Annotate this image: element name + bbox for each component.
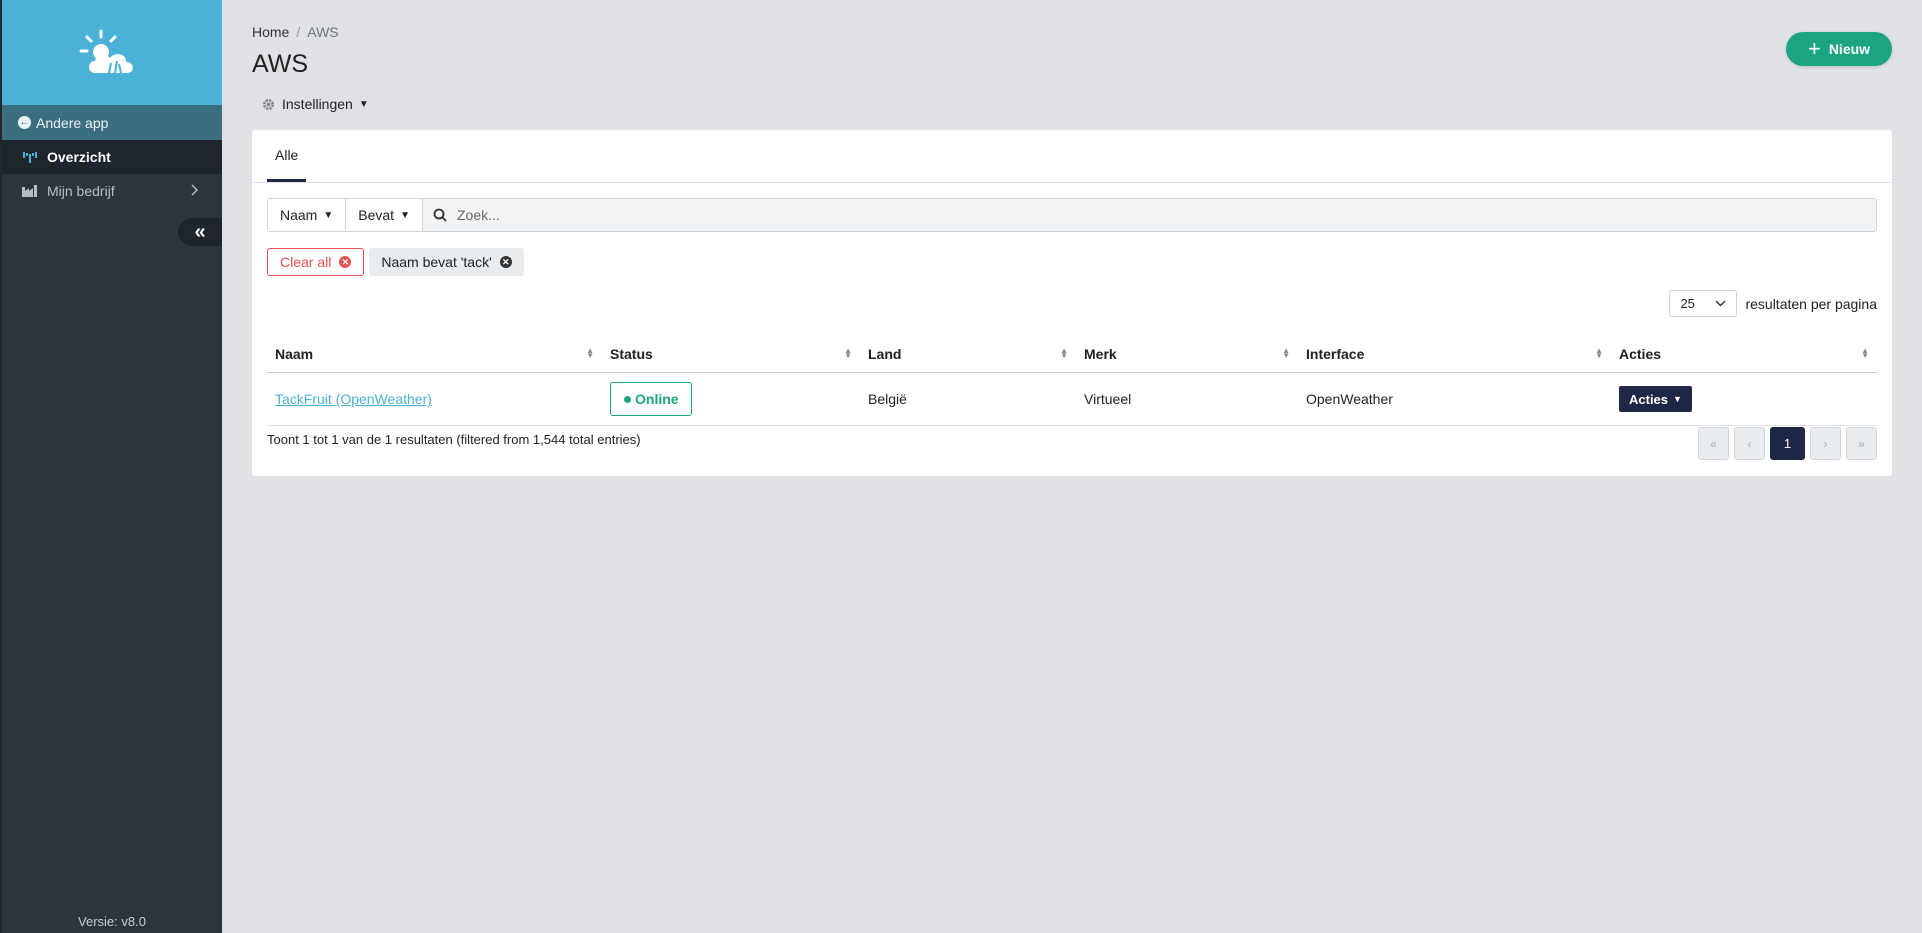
- table-header-row: Naam ▲ ▼ Status ▲ ▼ Land ▲ ▼ Merk ▲ ▼ Interface ▲…: [267, 335, 1877, 373]
- sort-icon: ▲ ▼: [844, 346, 852, 360]
- filter-chips: Clear all ✕ Naam bevat 'tack' ✕: [267, 248, 524, 276]
- sort-icon: ▲ ▼: [586, 346, 594, 360]
- cell-naam: TackFruit (OpenWeather): [267, 372, 602, 426]
- sort-icon: ▲ ▼: [1861, 346, 1869, 360]
- per-page-value: 25: [1680, 296, 1695, 311]
- settings-label: Instellingen: [282, 96, 353, 112]
- per-page-select[interactable]: 25: [1669, 290, 1738, 317]
- cell-acties: Acties ▼: [1611, 372, 1877, 426]
- status-dot-icon: [624, 395, 631, 403]
- column-header-merk[interactable]: Merk ▲ ▼: [1076, 335, 1298, 373]
- other-app-label: Andere app: [36, 114, 109, 131]
- sort-icon: ▲ ▼: [1595, 346, 1603, 360]
- sidebar-item-mijn-bedrijf[interactable]: Mijn bedrijf: [2, 174, 222, 208]
- weather-logo-icon: [79, 29, 133, 73]
- page-next-button[interactable]: ›: [1810, 427, 1841, 460]
- caret-down-icon: ▼: [1673, 394, 1682, 404]
- antenna-icon: [22, 151, 38, 163]
- arrow-left-circle-icon: ←: [18, 116, 31, 129]
- cell-land: België: [860, 372, 1076, 426]
- status-badge: Online: [610, 382, 692, 416]
- version-label: Versie: v8.0: [78, 914, 146, 929]
- sidebar-collapse-button[interactable]: «: [178, 218, 222, 246]
- search-icon: [433, 208, 447, 222]
- close-circle-icon[interactable]: ✕: [499, 256, 512, 268]
- chevron-right-icon: [190, 183, 199, 199]
- sort-icon: ▲ ▼: [1060, 346, 1068, 360]
- page-prev-button[interactable]: ‹: [1734, 427, 1765, 460]
- chevron-down-icon: [1715, 300, 1726, 307]
- caret-down-icon: ▼: [323, 209, 334, 221]
- column-header-acties[interactable]: Acties ▲ ▼: [1611, 335, 1877, 373]
- clear-all-label: Clear all: [280, 254, 332, 270]
- station-link[interactable]: TackFruit (OpenWeather): [275, 391, 432, 407]
- search-input[interactable]: [454, 206, 1758, 224]
- tab-bar: Alle: [252, 130, 1892, 183]
- column-header-status[interactable]: Status ▲ ▼: [602, 335, 860, 373]
- filter-field-label: Naam: [280, 207, 318, 223]
- settings-dropdown[interactable]: Instellingen ▼: [262, 96, 369, 112]
- caret-down-icon: ▼: [358, 98, 369, 110]
- sidebar: ← Andere app Overzicht Mijn bedrijf « Ve…: [0, 0, 222, 933]
- double-chevron-left-icon: «: [194, 220, 206, 243]
- active-filter-chip[interactable]: Naam bevat 'tack' ✕: [369, 248, 524, 276]
- filter-field-select[interactable]: Naam ▼: [268, 199, 347, 231]
- page-last-button[interactable]: »: [1846, 427, 1877, 460]
- results-table: Naam ▲ ▼ Status ▲ ▼ Land ▲ ▼ Merk ▲ ▼ Interface ▲…: [267, 335, 1877, 426]
- per-page-label: resultaten per pagina: [1745, 295, 1877, 312]
- page-current-button[interactable]: 1: [1770, 427, 1805, 460]
- tab-alle[interactable]: Alle: [267, 130, 307, 182]
- close-circle-icon: ✕: [339, 256, 352, 268]
- breadcrumb: Home / AWS: [252, 24, 339, 40]
- column-header-land[interactable]: Land ▲ ▼: [860, 335, 1076, 373]
- cell-merk: Virtueel: [1076, 372, 1298, 426]
- page-first-button[interactable]: «: [1698, 427, 1729, 460]
- breadcrumb-current: AWS: [307, 24, 339, 40]
- cell-interface: OpenWeather: [1298, 372, 1611, 426]
- sort-icon: ▲ ▼: [1282, 346, 1290, 360]
- column-header-interface[interactable]: Interface ▲ ▼: [1298, 335, 1611, 373]
- new-button-label: Nieuw: [1828, 41, 1871, 57]
- active-filter-label: Naam bevat 'tack': [381, 254, 492, 270]
- cell-status: Online: [602, 372, 860, 426]
- factory-icon: [22, 185, 38, 197]
- sidebar-item-label: Mijn bedrijf: [47, 183, 115, 199]
- app-logo[interactable]: [2, 0, 222, 105]
- other-app-link[interactable]: ← Andere app: [2, 105, 222, 140]
- results-summary: Toont 1 tot 1 van de 1 resultaten (filte…: [267, 432, 641, 447]
- filter-operator-select[interactable]: Bevat ▼: [346, 199, 423, 231]
- pagination: « ‹ 1 › »: [1698, 427, 1877, 460]
- table-row: TackFruit (OpenWeather) Online België Vi…: [267, 372, 1877, 426]
- clear-all-button[interactable]: Clear all ✕: [267, 248, 365, 276]
- per-page-control: 25 resultaten per pagina: [1669, 290, 1877, 317]
- actions-dropdown-button[interactable]: Acties ▼: [1619, 386, 1692, 412]
- sidebar-item-label: Overzicht: [47, 149, 111, 165]
- search-box: [423, 199, 1876, 231]
- sidebar-item-overzicht[interactable]: Overzicht: [2, 140, 222, 174]
- caret-down-icon: ▼: [400, 209, 410, 221]
- page-title: AWS: [252, 50, 309, 78]
- content-card: Alle Naam ▼ Bevat ▼ Clear all ✕ Naam bev…: [252, 130, 1892, 476]
- filter-operator-label: Bevat: [358, 207, 395, 223]
- plus-icon: +: [1807, 36, 1821, 61]
- breadcrumb-home[interactable]: Home: [252, 24, 289, 40]
- column-header-naam[interactable]: Naam ▲ ▼: [267, 335, 602, 373]
- new-button[interactable]: + Nieuw: [1786, 32, 1892, 66]
- filter-bar: Naam ▼ Bevat ▼: [267, 198, 1877, 232]
- gear-icon: [262, 98, 275, 111]
